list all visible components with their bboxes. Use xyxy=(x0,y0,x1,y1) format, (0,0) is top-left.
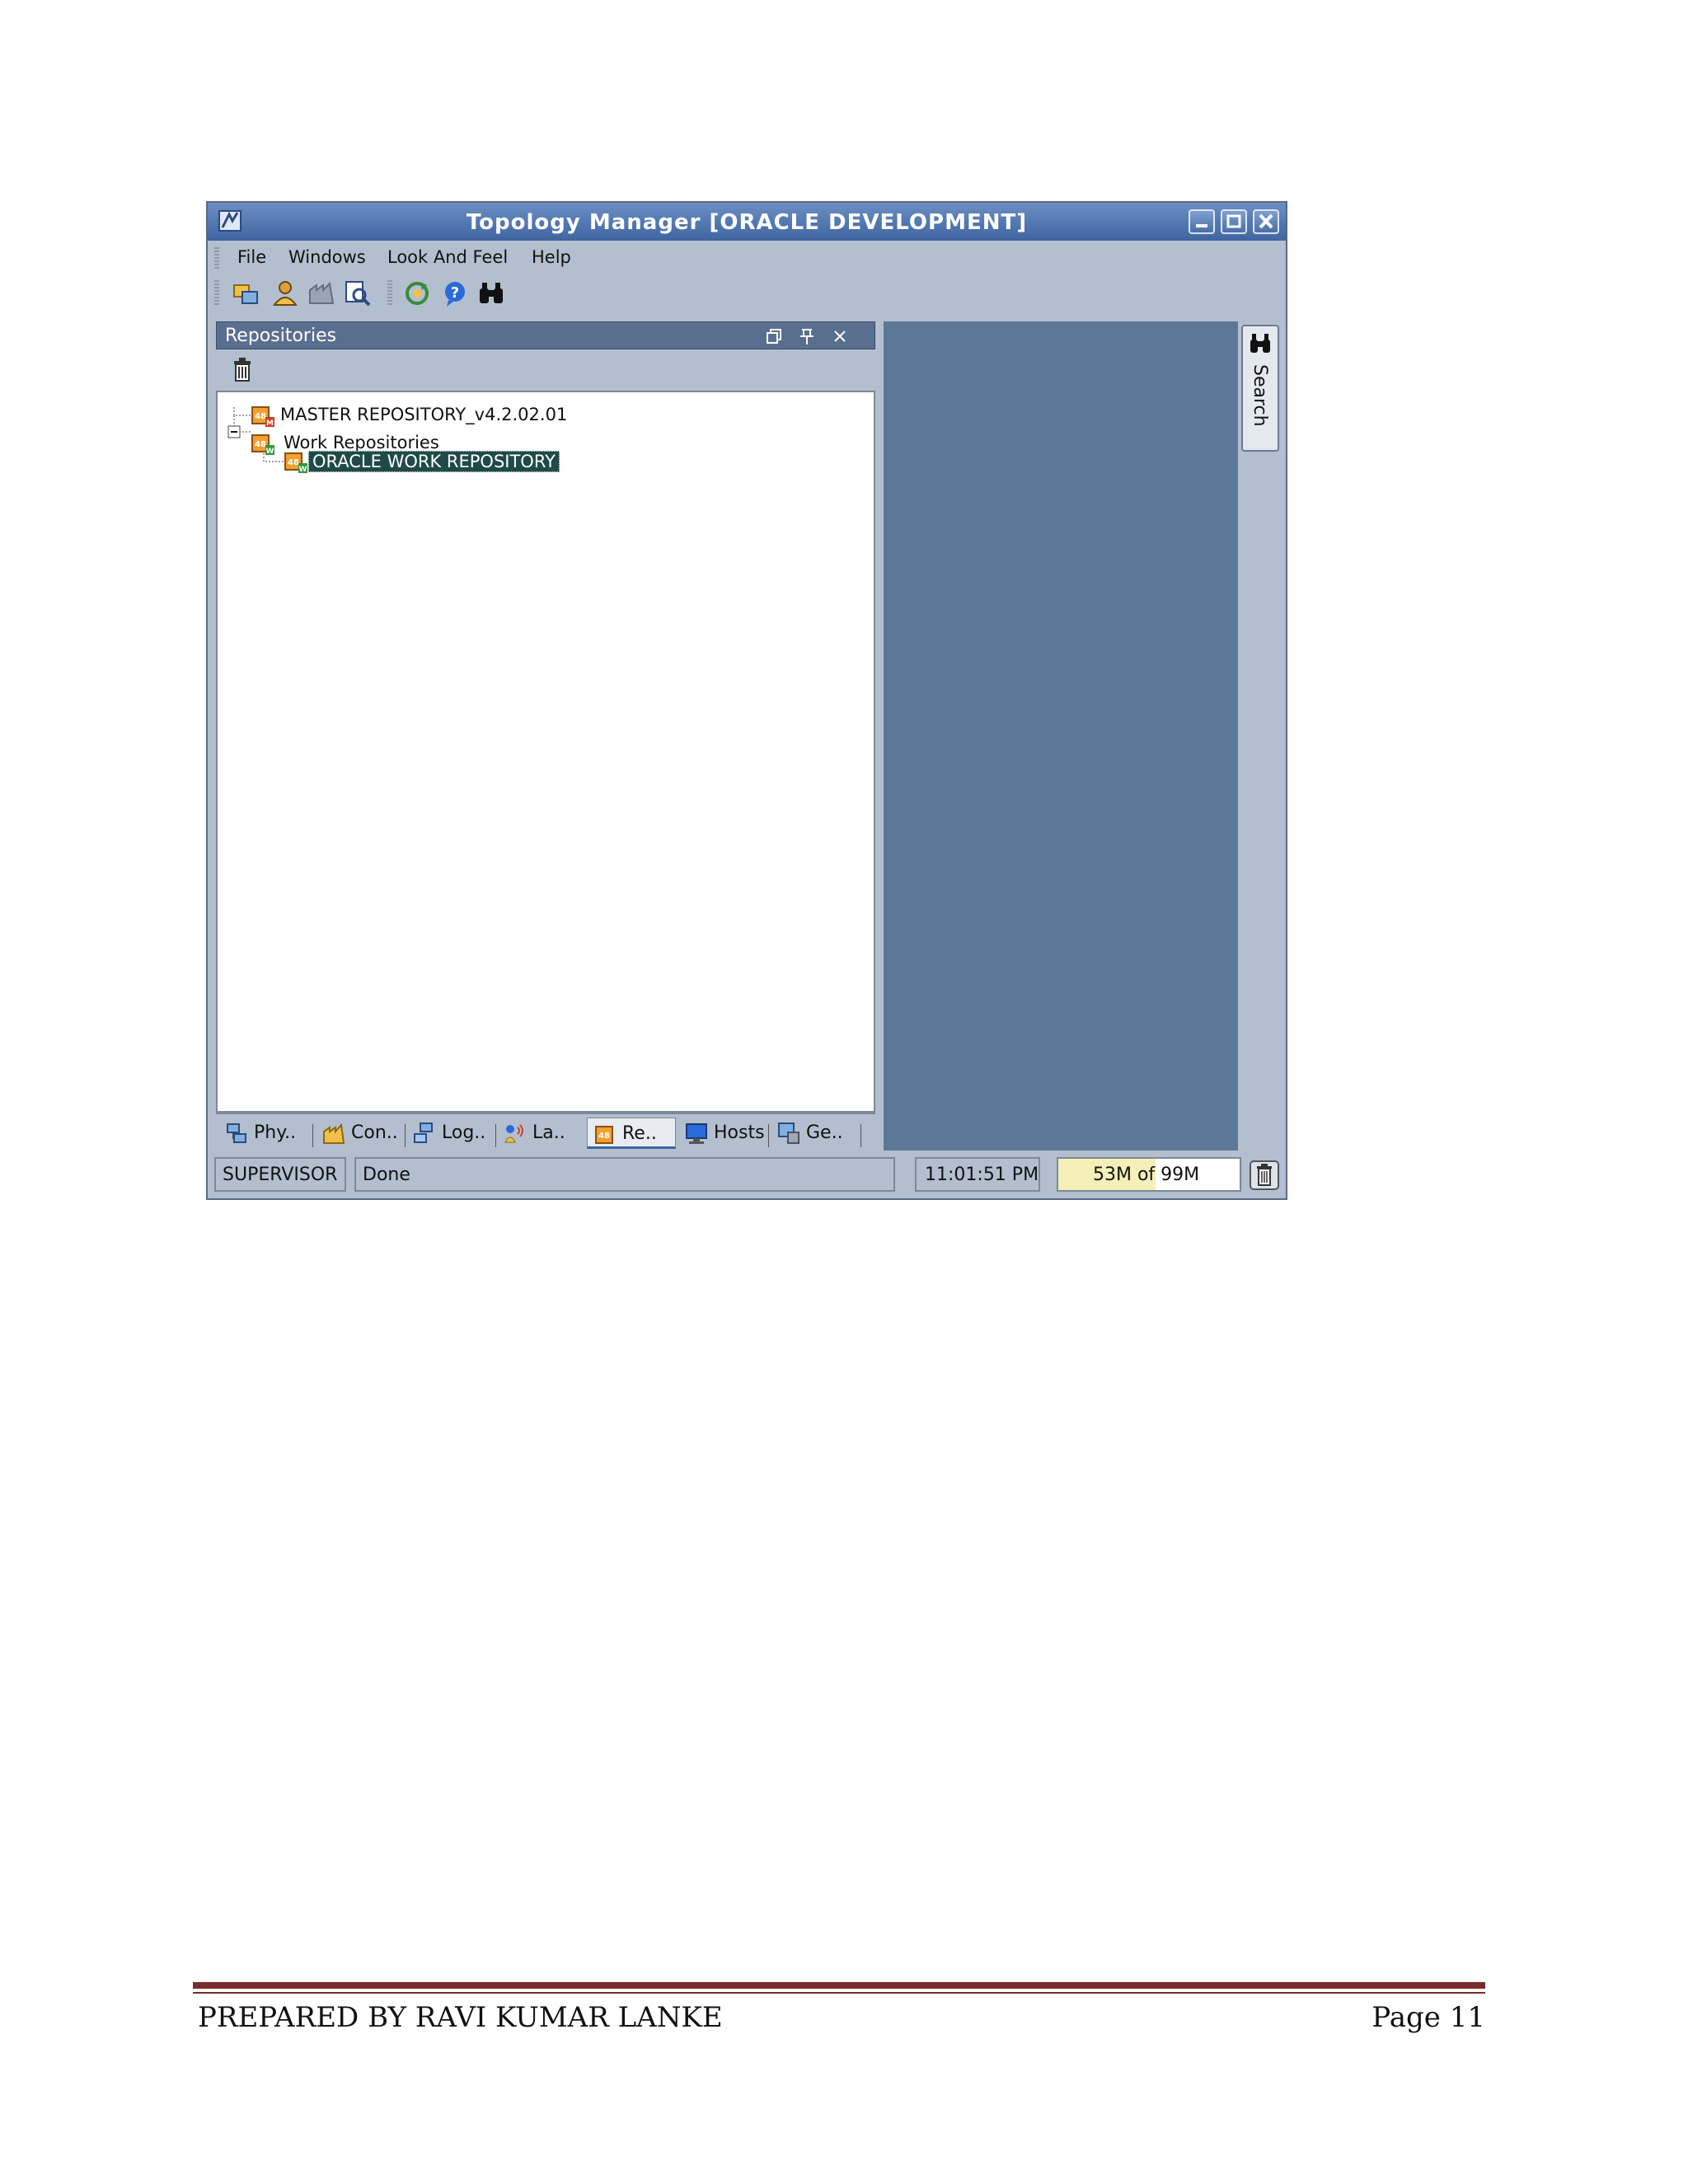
pin-panel-icon[interactable] xyxy=(797,326,817,346)
menu-grip[interactable] xyxy=(214,247,219,269)
tab-label: Hosts xyxy=(714,1122,765,1143)
tree-node-master-repository[interactable]: 48 M MASTER REPOSITORY_v4.2.02.01 xyxy=(251,402,646,429)
repositories-panel: Repositories 48 M MASTER REPOSITORY_v4.2… xyxy=(216,321,875,1113)
repositories-toolbar xyxy=(216,349,875,389)
tab-label: Re.. xyxy=(622,1123,657,1144)
repositories-panel-title: Repositories xyxy=(225,326,337,346)
status-user: SUPERVISOR xyxy=(214,1157,346,1192)
topology-manager-window: Topology Manager [ORACLE DEVELOPMENT] Fi… xyxy=(206,201,1287,1200)
status-time: 11:01:51 PM xyxy=(915,1157,1040,1192)
search-sidebar-tab[interactable]: Search xyxy=(1241,325,1279,452)
minimize-button[interactable] xyxy=(1189,209,1215,234)
footer-author: PREPARED BY RAVI KUMAR LANKE xyxy=(198,2001,723,2034)
footer-page-number: Page 11 xyxy=(1372,2001,1485,2034)
maximize-icon xyxy=(1226,214,1241,228)
tab-label: Ge.. xyxy=(806,1122,843,1143)
memory-indicator: 53M of 99M xyxy=(1057,1157,1241,1192)
work-repository-icon: 48 W xyxy=(284,452,307,474)
trash-icon[interactable] xyxy=(229,356,256,382)
tab-languages[interactable]: La.. xyxy=(498,1118,577,1149)
tab-separator xyxy=(860,1124,861,1147)
status-time-text: 11:01:51 PM xyxy=(925,1165,1039,1185)
main-toolbar: ? xyxy=(208,274,1286,313)
tab-label: Con.. xyxy=(351,1122,398,1143)
menu-bar: File Windows Look And Feel Help xyxy=(208,241,1286,274)
svg-text:M: M xyxy=(266,419,274,428)
close-panel-icon[interactable] xyxy=(830,326,850,346)
tab-hosts[interactable]: Hosts xyxy=(679,1118,765,1149)
footer-rule xyxy=(193,1982,1485,1989)
logical-architecture-icon xyxy=(414,1122,433,1143)
context-icon[interactable] xyxy=(307,279,336,308)
window-title: Topology Manager [ORACLE DEVELOPMENT] xyxy=(466,210,1028,235)
workbench-area xyxy=(884,321,1238,1151)
refresh-icon[interactable] xyxy=(402,279,432,308)
tab-repositories[interactable]: 48 Re.. xyxy=(587,1118,676,1149)
tab-contexts[interactable]: Con.. xyxy=(316,1118,402,1149)
tab-separator xyxy=(405,1124,406,1147)
physical-architecture-icon xyxy=(227,1123,246,1143)
toolbar-grip[interactable] xyxy=(214,280,219,307)
tab-label: Log.. xyxy=(442,1122,486,1143)
title-bar[interactable]: Topology Manager [ORACLE DEVELOPMENT] xyxy=(208,203,1286,241)
search-sidebar-label: Search xyxy=(1250,364,1270,427)
search-binoculars-icon xyxy=(1250,334,1270,353)
binoculars-icon[interactable] xyxy=(476,279,506,308)
memory-indicator-text: 53M of 99M xyxy=(1093,1165,1200,1185)
menu-file[interactable]: File xyxy=(237,247,266,267)
garbage-collect-trash-icon[interactable] xyxy=(1250,1160,1279,1190)
tab-physical-architecture[interactable]: Phy.. xyxy=(219,1118,310,1149)
close-icon xyxy=(1259,213,1273,229)
help-icon[interactable]: ? xyxy=(440,279,470,308)
tab-label: La.. xyxy=(532,1122,565,1143)
user-icon[interactable] xyxy=(270,279,300,308)
svg-text:48: 48 xyxy=(288,458,299,467)
svg-text:W: W xyxy=(299,466,307,474)
tree-label-oracle-work-repository: ORACLE WORK REPOSITORY xyxy=(308,451,560,472)
svg-text:48: 48 xyxy=(255,440,266,449)
status-bar: SUPERVISOR Done 11:01:51 PM 53M of 99M xyxy=(208,1152,1286,1198)
status-user-text: SUPERVISOR xyxy=(223,1165,338,1185)
close-button[interactable] xyxy=(1253,209,1279,234)
menu-help[interactable]: Help xyxy=(532,247,571,267)
tab-general[interactable]: Ge.. xyxy=(771,1118,857,1149)
master-repository-icon: 48 M xyxy=(251,406,274,428)
tab-logical-architecture[interactable]: Log.. xyxy=(407,1118,493,1149)
menu-look-and-feel[interactable]: Look And Feel xyxy=(387,247,508,267)
restore-panel-icon[interactable] xyxy=(764,326,784,346)
tab-separator xyxy=(768,1124,769,1147)
svg-text:48: 48 xyxy=(598,1132,610,1141)
hosts-icon xyxy=(686,1123,707,1144)
status-message: Done xyxy=(354,1157,895,1192)
minimize-icon xyxy=(1196,224,1207,227)
svg-text:48: 48 xyxy=(255,412,266,421)
repositories-icon: 48 xyxy=(595,1126,613,1144)
work-repositories-icon: 48 W xyxy=(251,434,274,456)
repositories-panel-header: Repositories xyxy=(216,321,875,349)
maximize-button[interactable] xyxy=(1221,209,1247,234)
tab-label: Phy.. xyxy=(254,1122,297,1143)
tree-label-master: MASTER REPOSITORY_v4.2.02.01 xyxy=(280,405,568,424)
new-connection-icon[interactable] xyxy=(231,279,260,308)
menu-windows[interactable]: Windows xyxy=(288,247,366,267)
status-message-text: Done xyxy=(363,1165,410,1185)
contexts-icon xyxy=(323,1122,345,1144)
toolbar-grip[interactable] xyxy=(387,280,392,307)
inspect-icon[interactable] xyxy=(343,279,373,308)
svg-text:?: ? xyxy=(451,284,459,302)
footer-rule-thin xyxy=(193,1992,1485,1994)
navigation-tabs: Phy.. Con.. Log.. La.. 48 Re.. Hosts Ge.… xyxy=(216,1113,875,1151)
tab-separator xyxy=(312,1124,313,1147)
repositories-tree[interactable]: 48 M MASTER REPOSITORY_v4.2.02.01 48 W W… xyxy=(216,391,875,1113)
svg-text:W: W xyxy=(266,448,274,456)
tree-node-oracle-work-repository[interactable]: 48 W ORACLE WORK REPOSITORY xyxy=(284,448,613,475)
tab-separator xyxy=(495,1124,496,1147)
languages-icon xyxy=(504,1124,523,1143)
collapse-toggle-icon[interactable] xyxy=(227,425,241,438)
general-icon xyxy=(778,1122,799,1144)
